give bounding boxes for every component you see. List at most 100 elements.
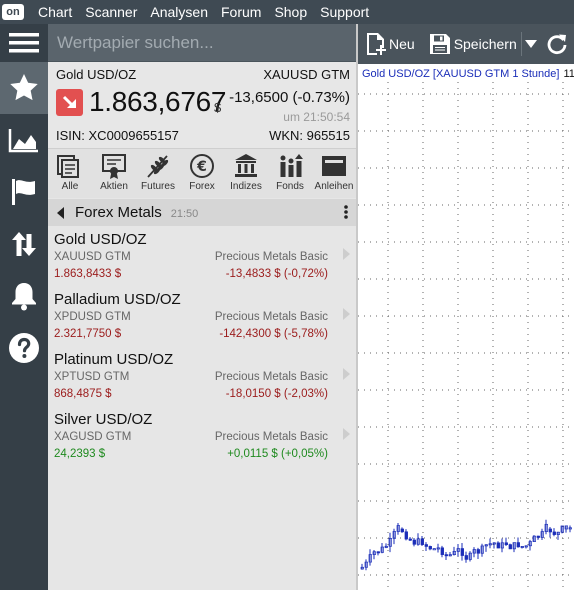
candle-body xyxy=(412,539,416,545)
candle-body xyxy=(432,548,436,551)
search-input[interactable] xyxy=(48,24,356,61)
candle-body xyxy=(428,546,432,550)
item-category: Precious Metals Basic xyxy=(214,431,328,443)
chevron-right-icon xyxy=(343,308,350,320)
candle-body xyxy=(460,548,464,556)
instrument-change: -13,6500 (-0.73%) xyxy=(229,89,350,106)
item-change: -142,4300 $ (-5,78%) xyxy=(219,328,328,340)
list-item[interactable]: Platinum USD/OZ XPTUSD GTM Precious Meta… xyxy=(48,346,356,406)
item-symbol: XAGUSD GTM xyxy=(54,431,132,443)
category-label: Forex xyxy=(189,181,215,192)
hamburger-icon xyxy=(9,33,39,53)
help-icon xyxy=(9,333,39,363)
instrument-price: 1.863,6767 xyxy=(89,86,227,117)
new-file-icon xyxy=(367,33,386,55)
instrument-time: um 21:50:54 xyxy=(283,110,350,124)
nav-shop[interactable]: Shop xyxy=(274,0,307,24)
candle-body xyxy=(536,535,540,538)
category-funds[interactable]: Fonds xyxy=(268,149,312,199)
nav-scanner[interactable]: Scanner xyxy=(85,0,137,24)
favorites-button[interactable] xyxy=(0,62,48,114)
instrument-panel: Gold USD/OZ XAUUSD GTM 1.863,6767 $ -13,… xyxy=(48,62,356,148)
item-name: Gold USD/OZ xyxy=(54,231,147,248)
chevron-down-icon[interactable] xyxy=(524,40,537,48)
item-category: Precious Metals Basic xyxy=(214,251,328,263)
area-chart-icon xyxy=(8,129,38,153)
help-button[interactable] xyxy=(0,322,48,374)
alerts-button[interactable] xyxy=(0,270,48,322)
instrument-wkn: WKN: 965515 xyxy=(269,128,350,143)
trend-down-icon xyxy=(56,89,83,116)
category-label: Futures xyxy=(141,181,175,192)
chevron-right-icon xyxy=(343,368,350,380)
flag-icon xyxy=(12,179,35,205)
category-stocks[interactable]: Aktien xyxy=(92,149,136,199)
list-item[interactable]: Palladium USD/OZ XPDUSD GTM Precious Met… xyxy=(48,286,356,346)
chart-toolbar: Neu Speichern xyxy=(358,24,574,64)
save-button[interactable]: Speichern xyxy=(429,33,517,55)
new-label: Neu xyxy=(389,36,415,52)
more-vertical-icon[interactable] xyxy=(344,205,348,219)
item-symbol: XAUUSD GTM xyxy=(54,251,131,263)
toolbar-separator xyxy=(520,32,522,56)
category-bonds[interactable]: Anleihen xyxy=(312,149,356,199)
candle-body xyxy=(444,554,448,557)
transfer-arrows-icon xyxy=(12,232,36,256)
price-chart[interactable]: Gold USD/OZ [XAUUSD GTM 1 Stunde]11.11 xyxy=(358,64,574,590)
chart-button[interactable] xyxy=(0,114,48,166)
nav-support[interactable]: Support xyxy=(320,0,369,24)
back-arrow-icon[interactable] xyxy=(57,206,65,219)
bond-icon xyxy=(322,156,346,176)
funds-icon xyxy=(280,154,303,177)
trade-button[interactable] xyxy=(0,218,48,270)
save-label: Speichern xyxy=(453,36,517,52)
chevron-right-icon xyxy=(343,428,350,440)
item-name: Silver USD/OZ xyxy=(54,411,153,428)
nav-chart[interactable]: Chart xyxy=(38,0,72,24)
flag-button[interactable] xyxy=(0,166,48,218)
instrument-symbol: XAUUSD GTM xyxy=(263,67,350,82)
item-change: +0,0115 $ (+0,05%) xyxy=(227,448,328,460)
instrument-name: Gold USD/OZ xyxy=(56,67,137,82)
category-label: Alle xyxy=(61,181,79,192)
new-button[interactable]: Neu xyxy=(366,32,415,56)
all-icon xyxy=(57,155,79,178)
category-forex[interactable]: € Forex xyxy=(180,149,224,199)
nav-analysen[interactable]: Analysen xyxy=(150,0,208,24)
brand-logo[interactable]: on xyxy=(2,4,24,20)
category-bar: Alle Aktien Futures € Forex Indizes Fond… xyxy=(48,148,356,198)
category-label: Indizes xyxy=(230,181,262,192)
save-icon xyxy=(429,34,450,54)
candle-body xyxy=(504,542,508,545)
category-futures[interactable]: Futures xyxy=(136,149,180,199)
menu-button[interactable] xyxy=(0,24,48,62)
candle-body xyxy=(496,542,500,549)
candle-body xyxy=(476,549,480,554)
nav-forum[interactable]: Forum xyxy=(221,0,261,24)
certificate-icon xyxy=(102,154,126,179)
candle-body xyxy=(404,531,408,540)
item-name: Platinum USD/OZ xyxy=(54,351,174,368)
candle-body xyxy=(464,555,468,560)
item-change: -18,0150 $ (-2,03%) xyxy=(225,388,328,400)
star-icon xyxy=(10,74,38,101)
list-header: Forex Metals 21:50 xyxy=(48,199,356,226)
candle-body xyxy=(376,551,380,554)
search-bar xyxy=(48,24,356,62)
sidebar xyxy=(0,24,48,590)
list-time: 21:50 xyxy=(170,208,199,220)
category-indices[interactable]: Indizes xyxy=(224,149,268,199)
reload-icon[interactable] xyxy=(546,33,568,55)
list-item[interactable]: Gold USD/OZ XAUUSD GTM Precious Metals B… xyxy=(48,226,356,286)
wheat-icon xyxy=(147,155,169,178)
category-all[interactable]: Alle xyxy=(48,149,92,199)
chart-title-text: Gold USD/OZ [XAUUSD GTM 1 Stunde] xyxy=(362,68,560,80)
instrument-isin: ISIN: XC0009655157 xyxy=(56,128,179,143)
chevron-right-icon xyxy=(343,248,350,260)
list-item[interactable]: Silver USD/OZ XAGUSD GTM Precious Metals… xyxy=(48,406,356,466)
chart-title-time: 11.11 xyxy=(563,68,574,80)
list-title: Forex Metals xyxy=(75,204,162,221)
item-price: 1.863,8433 $ xyxy=(54,268,122,280)
category-label: Anleihen xyxy=(314,181,354,192)
candle-body xyxy=(552,531,556,535)
